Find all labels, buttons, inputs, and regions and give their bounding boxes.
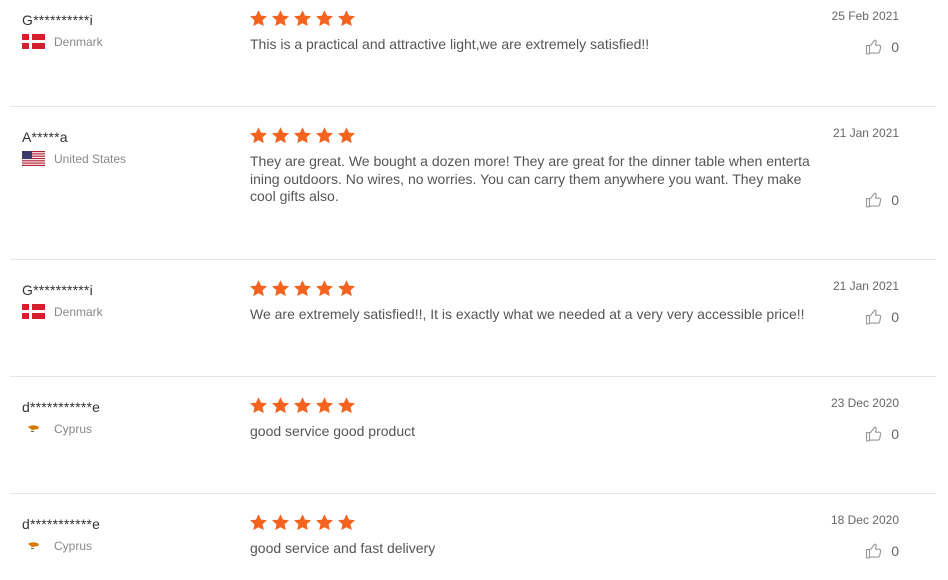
reviewer-country: Denmark: [22, 304, 103, 319]
flag-denmark-icon: [22, 34, 45, 49]
review-item: G**********i Denmark This is a practical…: [10, 9, 936, 99]
star-icon: [250, 280, 267, 297]
helpful-button[interactable]: 0: [865, 542, 899, 560]
star-icon: [316, 280, 333, 297]
star-icon: [316, 10, 333, 27]
review-date: 25 Feb 2021: [831, 9, 899, 23]
star-icon: [338, 127, 355, 144]
flag-denmark-icon: [22, 304, 45, 319]
star-icon: [338, 514, 355, 531]
star-icon: [250, 397, 267, 414]
divider: [10, 259, 936, 260]
star-icon: [294, 10, 311, 27]
helpful-button[interactable]: 0: [865, 191, 899, 209]
star-icon: [316, 127, 333, 144]
review-item: G**********i Denmark We are extremely sa…: [10, 279, 936, 369]
divider: [10, 106, 936, 107]
reviewer-name: G**********i: [22, 282, 93, 298]
reviewer-country: United States: [22, 151, 126, 166]
helpful-count: 0: [891, 309, 899, 325]
review-text: good service good product: [250, 423, 415, 439]
review-item: d***********e Cyprus good service and fa…: [10, 513, 936, 580]
rating-stars: [249, 9, 359, 28]
thumbs-up-icon: [866, 426, 882, 442]
flag-cyprus-icon: [22, 538, 45, 553]
review-date: 21 Jan 2021: [832, 279, 899, 293]
flag-cyprus-icon: [22, 421, 45, 436]
star-icon: [272, 397, 289, 414]
helpful-button[interactable]: 0: [865, 308, 899, 326]
star-icon: [294, 280, 311, 297]
review-text: We are extremely satisfied!!, It is exac…: [250, 306, 805, 322]
review-date: 23 Dec 2020: [830, 396, 899, 410]
star-icon: [272, 10, 289, 27]
flag-united-states-icon: [22, 151, 45, 166]
reviewer-name: d***********e: [22, 399, 101, 415]
star-icon: [338, 280, 355, 297]
helpful-count: 0: [891, 426, 899, 442]
rating-stars: [249, 126, 359, 145]
review-list: G**********i Denmark This is a practical…: [0, 0, 948, 580]
thumbs-up-icon: [866, 192, 882, 208]
star-icon: [316, 514, 333, 531]
country-name: Cyprus: [54, 538, 93, 553]
reviewer-country: Cyprus: [22, 538, 92, 553]
review-date: 18 Dec 2020: [830, 513, 899, 527]
thumbs-up-icon: [866, 309, 882, 325]
helpful-count: 0: [891, 192, 899, 208]
rating-stars: [249, 396, 359, 415]
star-icon: [294, 397, 311, 414]
star-icon: [272, 127, 289, 144]
star-icon: [316, 397, 333, 414]
country-name: United States: [54, 151, 127, 166]
star-icon: [272, 280, 289, 297]
review-item: A*****a United States They are great. We…: [10, 126, 936, 251]
star-icon: [294, 514, 311, 531]
review-date: 21 Jan 2021: [832, 126, 899, 140]
reviewer-name: G**********i: [22, 12, 93, 28]
review-text: They are great. We bought a dozen more! …: [250, 153, 810, 204]
helpful-count: 0: [891, 543, 899, 559]
star-icon: [250, 10, 267, 27]
star-icon: [250, 514, 267, 531]
helpful-button[interactable]: 0: [865, 38, 899, 56]
reviewer-country: Cyprus: [22, 421, 92, 436]
reviewer-country: Denmark: [22, 34, 103, 49]
rating-stars: [249, 513, 359, 532]
review-text: good service and fast delivery: [250, 540, 436, 556]
divider: [10, 376, 936, 377]
divider: [10, 493, 936, 494]
star-icon: [250, 127, 267, 144]
review-item: d***********e Cyprus good service good p…: [10, 396, 936, 486]
rating-stars: [249, 279, 359, 298]
star-icon: [338, 10, 355, 27]
country-name: Denmark: [54, 34, 103, 49]
country-name: Cyprus: [54, 421, 93, 436]
star-icon: [272, 514, 289, 531]
star-icon: [294, 127, 311, 144]
thumbs-up-icon: [866, 39, 882, 55]
country-name: Denmark: [54, 304, 103, 319]
reviewer-name: d***********e: [22, 516, 101, 532]
reviewer-name: A*****a: [22, 129, 68, 145]
helpful-button[interactable]: 0: [865, 425, 899, 443]
helpful-count: 0: [891, 39, 899, 55]
thumbs-up-icon: [866, 543, 882, 559]
star-icon: [338, 397, 355, 414]
review-text: This is a practical and attractive light…: [250, 36, 650, 52]
